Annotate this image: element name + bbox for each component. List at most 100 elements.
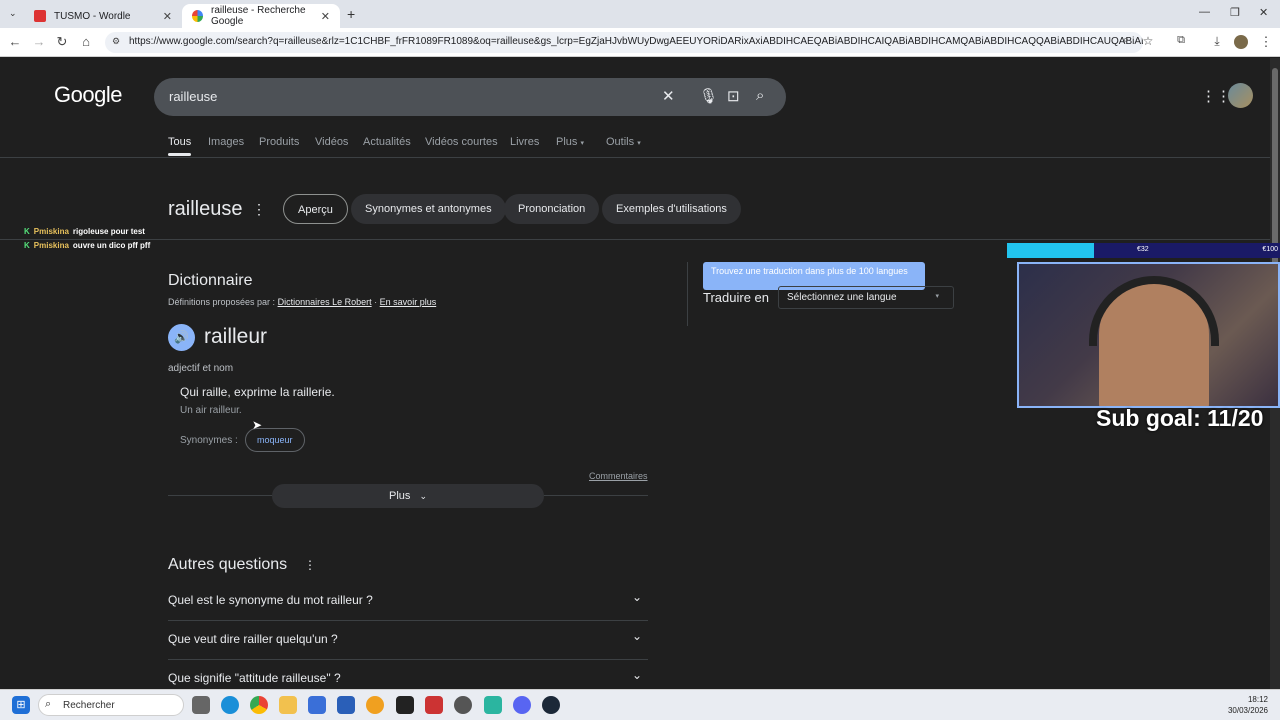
lens-icon[interactable]: ⊡ (727, 87, 740, 105)
tab-list-icon[interactable]: ⌄ (9, 8, 17, 19)
tab-title: railleuse - Recherche Google (211, 5, 306, 27)
windows-start-icon[interactable]: ⊞ (12, 696, 30, 714)
browser-tab-bar: ⌄ TUSMO - Wordle ✕ railleuse - Recherche… (0, 0, 1280, 28)
speaker-icon[interactable]: 🔊 (168, 324, 195, 351)
chat-message: K Pmiskina rigoleuse pour test (24, 227, 145, 236)
goal-progress-fill (1007, 243, 1095, 258)
microphone-icon[interactable]: 🎙 (699, 87, 718, 105)
taskbar-search-input[interactable]: ⌕ Rechercher (38, 694, 184, 716)
divider (687, 262, 688, 326)
task-view-icon[interactable] (192, 696, 210, 714)
pill-prononciation[interactable]: Prononciation (504, 194, 600, 224)
caret-down-icon: ▾ (935, 293, 939, 300)
word-category: adjectif et nom (168, 363, 234, 374)
site-info-icon[interactable]: ⚙ (112, 36, 120, 47)
address-bar[interactable]: ⚙ https://www.google.com/search?q=raille… (105, 32, 1143, 53)
divider (0, 157, 1270, 158)
paa-question[interactable]: Quel est le synonyme du mot railleur ? ⌄ (168, 582, 648, 621)
window-close-icon[interactable]: ✕ (1259, 6, 1268, 19)
chevron-down-icon: ⌄ (631, 590, 642, 604)
tab-google[interactable]: railleuse - Recherche Google ✕ (182, 4, 340, 28)
menu-icon[interactable]: ⋮ (1257, 34, 1275, 50)
store-icon[interactable] (308, 696, 326, 714)
tab-videos-courtes[interactable]: Vidéos courtes (425, 136, 498, 148)
chevron-down-icon: ⌄ (419, 491, 427, 501)
chrome-icon[interactable] (250, 696, 268, 714)
download-icon[interactable]: ⤓ (1208, 34, 1226, 49)
app-icon[interactable] (484, 696, 502, 714)
tab-livres[interactable]: Livres (510, 136, 539, 148)
tab-images[interactable]: Images (208, 136, 244, 148)
pill-exemples[interactable]: Exemples d'utilisations (602, 194, 741, 224)
learn-more-link[interactable]: En savoir plus (380, 297, 437, 307)
pill-synonymes[interactable]: Synonymes et antonymes (351, 194, 506, 224)
restore-icon[interactable]: ❐ (1230, 6, 1240, 19)
synonyms-label: Synonymes : (180, 435, 238, 446)
tab-videos[interactable]: Vidéos (315, 136, 348, 148)
google-logo[interactable]: Google (54, 82, 122, 108)
system-clock[interactable]: 18:12 30/03/2026 (1228, 694, 1268, 716)
clock-date: 30/03/2026 (1227, 706, 1268, 715)
source-link[interactable]: Dictionnaires Le Robert (278, 297, 372, 307)
steam-icon[interactable] (542, 696, 560, 714)
tab-produits[interactable]: Produits (259, 136, 299, 148)
dictionary-title: Dictionnaire (168, 272, 253, 289)
more-label: Plus (388, 490, 411, 502)
language-select[interactable]: Sélectionnez une langue ▾ (778, 286, 954, 309)
minimize-icon[interactable]: — (1199, 6, 1210, 18)
new-tab-icon[interactable]: + (347, 6, 355, 22)
google-favicon-icon (192, 10, 204, 22)
bookmark-star-icon[interactable]: ☆ (1139, 34, 1157, 48)
url-text: https://www.google.com/search?q=railleus… (129, 36, 1143, 47)
tab-actualites[interactable]: Actualités (363, 136, 411, 148)
more-options-icon[interactable]: ⋮ (304, 558, 316, 572)
more-button[interactable]: Plus ⌄ (272, 484, 544, 508)
tab-outils-label: Outils (606, 136, 635, 148)
search-icon[interactable]: ⌕ (756, 87, 764, 104)
chat-user: Pmiskina (33, 241, 69, 250)
clock-time: 18:12 (1247, 695, 1268, 704)
edge-icon[interactable] (221, 696, 239, 714)
mail-icon[interactable] (337, 696, 355, 714)
tab-plus[interactable]: Plus ▾ (556, 136, 584, 148)
file-explorer-icon[interactable] (279, 696, 297, 714)
goal-target: €100 (1262, 246, 1278, 253)
zoom-icon[interactable]: ⌕ (1117, 34, 1135, 47)
question-text: Que veut dire railler quelqu'un ? (168, 632, 338, 646)
clear-icon[interactable]: ✕ (662, 87, 675, 105)
extensions-icon[interactable]: ⧉ (1172, 34, 1190, 47)
tab-tusmo[interactable]: TUSMO - Wordle ✕ (24, 4, 182, 28)
forward-icon[interactable]: → (30, 34, 48, 49)
tab-tous[interactable]: Tous (168, 136, 192, 156)
paa-question[interactable]: Que veut dire railler quelqu'un ? ⌄ (168, 621, 648, 660)
app-icon[interactable] (425, 696, 443, 714)
source-prefix: Définitions proposées par : (168, 297, 276, 307)
donation-goal-bar: €32 €100 (1007, 243, 1280, 258)
back-icon[interactable]: ← (6, 34, 24, 49)
more-options-icon[interactable]: ⋮ (252, 201, 266, 218)
tooltip-text: Trouvez une traduction dans plus de 100 … (711, 266, 908, 276)
close-icon[interactable]: ✕ (163, 10, 172, 23)
search-query: railleuse (169, 89, 218, 104)
feedback-link[interactable]: Commentaires (589, 471, 648, 481)
app-icon[interactable] (396, 696, 414, 714)
account-avatar[interactable] (1228, 83, 1253, 108)
search-input[interactable]: railleuse ✕ 🎙 ⊡ ⌕ (154, 78, 786, 116)
reload-icon[interactable]: ↻ (53, 34, 71, 50)
discord-icon[interactable] (513, 696, 531, 714)
tab-outils[interactable]: Outils ▾ (606, 136, 641, 148)
goal-current: €32 (1137, 246, 1149, 253)
app-icon[interactable] (454, 696, 472, 714)
pill-apercu[interactable]: Aperçu (283, 194, 348, 224)
taskbar-search-placeholder: Rechercher (63, 700, 115, 711)
app-icon[interactable] (366, 696, 384, 714)
divider (0, 239, 1270, 240)
language-select-value: Sélectionnez une langue (787, 292, 897, 303)
chat-text: rigoleuse pour test (72, 227, 145, 236)
home-icon[interactable]: ⌂ (77, 34, 95, 49)
paa-question[interactable]: Que signifie "attitude railleuse" ? ⌄ (168, 660, 648, 689)
close-icon[interactable]: ✕ (321, 10, 330, 23)
paa-title: Autres questions (168, 556, 288, 573)
profile-avatar[interactable] (1234, 35, 1248, 49)
example-text: Un air railleur. (180, 405, 242, 416)
